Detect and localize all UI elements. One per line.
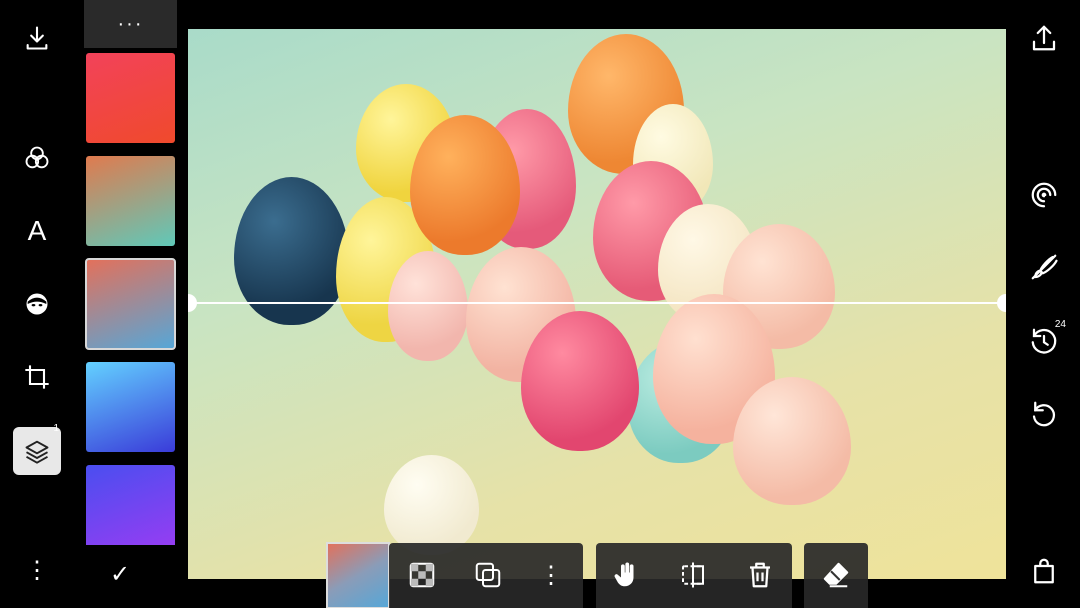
share-upload-icon [1032,25,1056,51]
shop-bag-icon [1034,558,1054,584]
layers-icon [25,440,49,464]
gradient-handle-right[interactable] [997,294,1006,312]
photo-balloon [388,251,468,361]
crop-icon [25,365,49,389]
mask-button[interactable] [13,280,61,328]
blend-button[interactable] [13,134,61,182]
transparency-icon [409,562,435,588]
history-count: 24 [1054,319,1066,330]
eraser-button[interactable] [816,555,856,595]
eraser-icon [823,562,849,588]
checkmark-icon: ✓ [110,561,131,588]
gradient-swatch[interactable] [86,156,175,246]
brush-toggle-button[interactable] [1020,243,1068,291]
shop-button[interactable] [1020,547,1068,595]
gradient-handle-left[interactable] [188,294,197,312]
gradient-guide-line[interactable] [188,302,1006,304]
flip-button[interactable] [673,555,713,595]
duplicate-icon [475,562,501,588]
hand-move-icon [614,562,634,587]
blend-icon [25,146,49,169]
download-icon [26,26,48,50]
bottom-tool-group-3 [804,543,868,608]
gradient-swatch[interactable] [86,362,175,452]
gradient-swatch[interactable] [86,465,175,545]
photo-balloon [521,311,639,451]
undo-button[interactable] [1020,390,1068,438]
photo-balloon [384,455,479,555]
download-button[interactable] [13,14,61,62]
layers-count-badge: 1 [53,423,59,434]
spiral-effect-icon [1031,182,1057,208]
photo-canvas[interactable] [188,29,1006,579]
confirm-button[interactable]: ✓ [110,560,130,589]
text-button[interactable]: A [13,207,61,255]
gradient-more-button[interactable]: ··· [84,0,177,48]
bottom-more-button[interactable]: ⋮ [531,555,571,595]
undo-icon [1032,401,1056,427]
crop-button[interactable] [13,353,61,401]
flip-icon [682,562,704,588]
delete-button[interactable] [740,555,780,595]
more-vertical-icon: ⋮ [539,561,563,589]
text-icon: A [27,215,47,246]
gradient-swatch[interactable] [85,258,176,350]
trash-icon [750,562,770,588]
history-icon [1031,328,1057,354]
history-button[interactable]: 24 [1020,317,1068,365]
more-options-button[interactable]: ⋮ [13,546,61,594]
layers-button[interactable]: 1 [13,423,61,475]
photo-balloon [733,377,851,505]
move-button[interactable] [606,555,646,595]
brush-off-icon [1031,254,1058,280]
duplicate-button[interactable] [468,555,508,595]
mask-icon [26,293,48,315]
bottom-tool-group-2 [596,543,792,608]
more-vertical-icon: ⋮ [25,556,49,584]
bottom-tool-group-1: ⋮ [389,543,583,608]
gradient-swatch[interactable] [86,53,175,143]
transparency-button[interactable] [402,555,442,595]
effect-button[interactable] [1020,171,1068,219]
current-gradient-thumbnail[interactable] [326,542,390,608]
share-button[interactable] [1020,14,1068,62]
gradient-strip: ··· [84,0,177,545]
